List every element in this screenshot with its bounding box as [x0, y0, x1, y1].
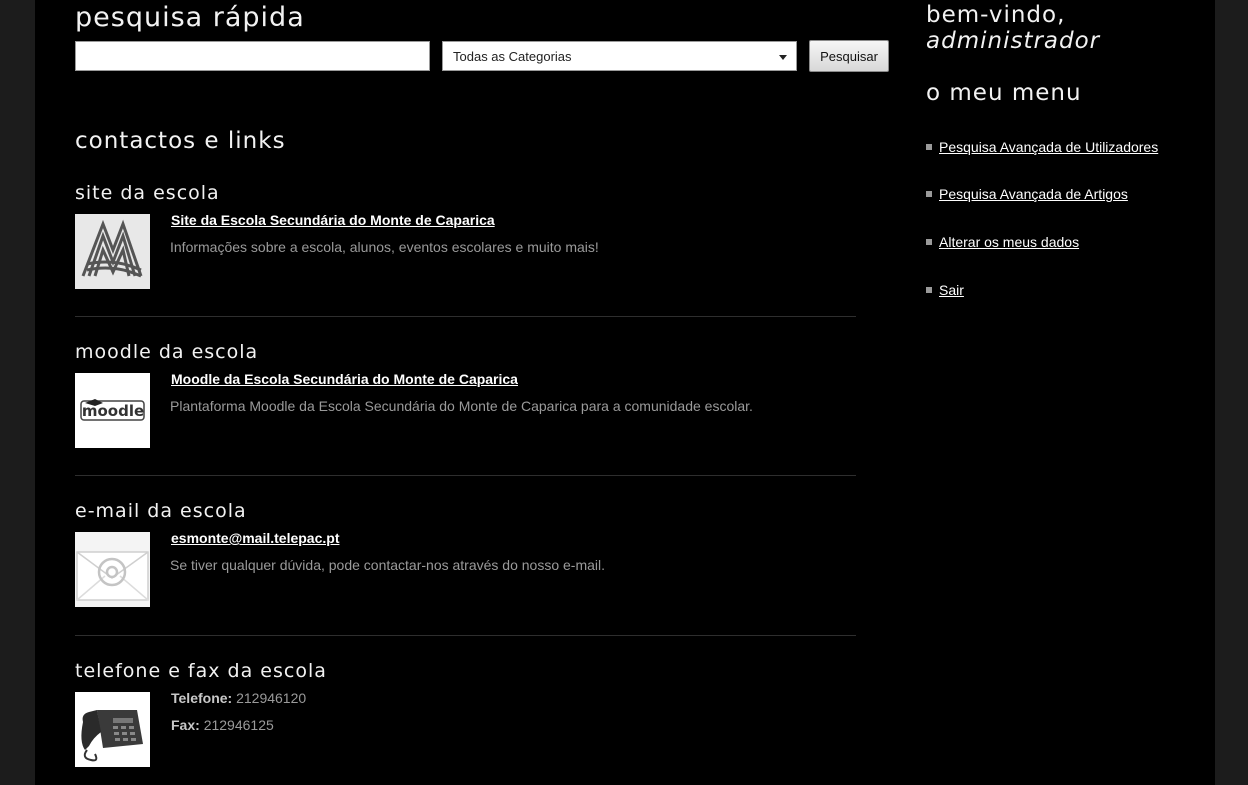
search-title: pesquisa rápida [75, 2, 305, 33]
item-description: Se tiver qualquer dúvida, pode contactar… [170, 557, 606, 573]
telephone-icon [75, 692, 150, 767]
category-select[interactable]: Todas as Categorias [442, 41, 797, 71]
bullet-icon [926, 191, 932, 197]
item-body: moodle Moodle da Escola Secundária do Mo… [75, 371, 856, 448]
divider [75, 316, 856, 317]
search-button[interactable]: Pesquisar [809, 40, 889, 72]
site-link[interactable]: Site da Escola Secundária do Monte de Ca… [171, 212, 495, 228]
divider [75, 635, 856, 636]
menu-link[interactable]: Pesquisa Avançada de Utilizadores [939, 139, 1158, 155]
item-description: Informações sobre a escola, alunos, even… [170, 239, 599, 255]
moodle-logo-icon[interactable]: moodle [75, 373, 150, 448]
bullet-icon [926, 144, 932, 150]
divider [75, 475, 856, 476]
contact-item-email: e-mail da escola esmonte@mail.telepac.pt… [75, 500, 856, 607]
item-body: Telefone: 212946120 Fax: 212946125 [75, 690, 856, 767]
email-icon[interactable] [75, 532, 150, 607]
email-link[interactable]: esmonte@mail.telepac.pt [171, 530, 339, 546]
phone-label: Telefone: [171, 690, 233, 706]
item-body: Site da Escola Secundária do Monte de Ca… [75, 212, 856, 289]
item-title: telefone e fax da escola [75, 660, 327, 682]
page-container: pesquisa rápida Todas as Categorias Pesq… [35, 0, 1215, 785]
contacts-section-title: contactos e links [75, 128, 286, 154]
item-description: Plantaforma Moodle da Escola Secundária … [170, 398, 753, 414]
user-name: administrador [926, 28, 1101, 54]
contact-item-moodle: moodle da escola moodle Moodle da Escola… [75, 341, 856, 448]
menu-link[interactable]: Alterar os meus dados [939, 234, 1079, 250]
fax-label: Fax: [171, 717, 200, 733]
item-body: esmonte@mail.telepac.pt Se tiver qualque… [75, 530, 856, 607]
item-title: moodle da escola [75, 341, 259, 363]
item-title: site da escola [75, 182, 220, 204]
bullet-icon [926, 287, 932, 293]
contact-item-site: site da escola Site da Escola Secundária… [75, 182, 856, 289]
welcome-text: bem-vindo, [926, 2, 1066, 28]
item-title: e-mail da escola [75, 500, 247, 522]
menu-link[interactable]: Sair [939, 282, 964, 298]
moodle-logo-text: moodle [82, 402, 144, 420]
category-select-value: Todas as Categorias [453, 49, 572, 64]
chevron-down-icon [779, 55, 787, 60]
bullet-icon [926, 239, 932, 245]
phone-value: 212946120 [236, 690, 307, 706]
phone-line: Telefone: 212946120 [171, 690, 306, 706]
menu-link[interactable]: Pesquisa Avançada de Artigos [939, 186, 1128, 202]
fax-line: Fax: 212946125 [171, 717, 274, 733]
fax-value: 212946125 [203, 717, 274, 733]
contact-item-phone: telefone e fax da escola Telefone: 21294… [75, 660, 856, 767]
moodle-link[interactable]: Moodle da Escola Secundária do Monte de … [171, 371, 518, 387]
menu-title: o meu menu [926, 80, 1082, 106]
search-input[interactable] [75, 41, 430, 71]
school-logo-icon[interactable] [75, 214, 150, 289]
welcome-message: bem-vindo, administrador [926, 2, 1100, 54]
